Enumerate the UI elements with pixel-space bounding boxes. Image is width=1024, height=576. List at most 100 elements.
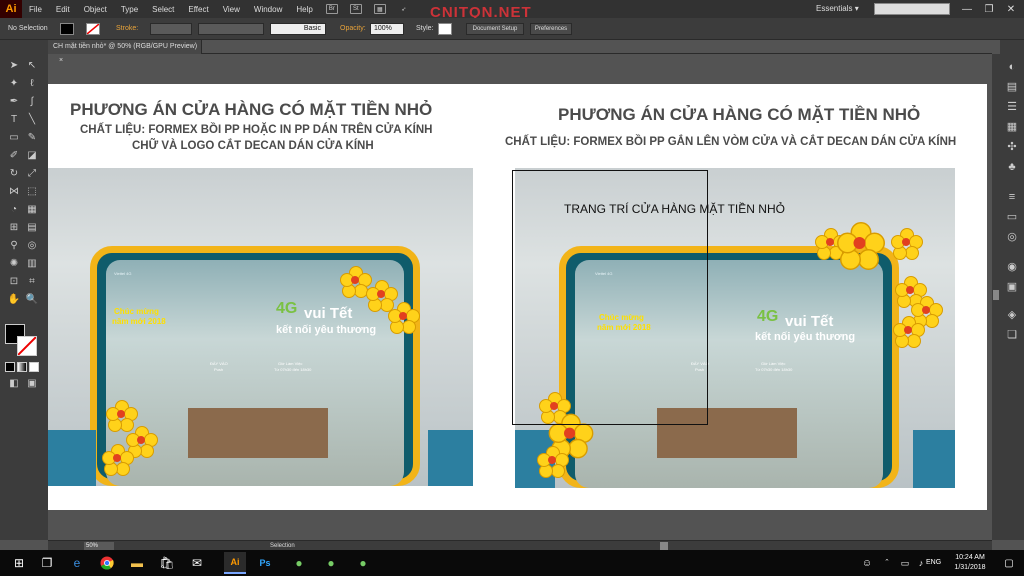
people-icon[interactable]: ☺ [856,552,878,574]
swatches-icon[interactable]: ▦ [1005,120,1019,134]
gpu-rocket-icon[interactable]: ➶ [398,4,410,14]
left-shop-photo[interactable]: Viettel 4G 4G vui Tết kết nối yêu thương… [48,168,473,486]
eraser-tool-icon[interactable]: ◪ [24,148,40,164]
horizontal-scroll-thumb[interactable] [660,542,668,550]
layers-icon[interactable]: ◈ [1005,308,1019,322]
menu-object[interactable]: Object [77,5,114,14]
photoshop-icon[interactable]: Ps [254,552,276,574]
stroke-swatch[interactable] [86,23,100,35]
taskview-icon[interactable]: ❐ [36,552,58,574]
shape-builder-tool-icon[interactable]: ◔ [6,202,22,218]
gradient-tool-icon[interactable]: ▤ [24,220,40,236]
menu-edit[interactable]: Edit [49,5,77,14]
curvature-tool-icon[interactable]: ∫ [24,94,40,110]
menu-help[interactable]: Help [289,5,319,14]
pencil-tool-icon[interactable]: ✐ [6,148,22,164]
language-indicator[interactable]: ENG [926,559,941,566]
eyedropper-tool-icon[interactable]: ⚲ [6,238,22,254]
bridge-icon[interactable]: Br [325,4,338,14]
type-tool-icon[interactable]: T [6,112,22,128]
color-panel-icon[interactable]: ◐ [1005,60,1019,74]
color-guide-icon[interactable]: ▤ [1005,80,1019,94]
gradient-panel-icon[interactable]: ▭ [1005,210,1019,224]
lasso-tool-icon[interactable]: ℓ [24,76,40,92]
close-tab-icon[interactable]: × [59,57,63,64]
symbol-sprayer-tool-icon[interactable]: ✺ [6,256,22,272]
document-tab[interactable]: CH mặt tiền nhỏ* @ 50% (RGB/GPU Preview)… [48,40,202,64]
artboard-tool-icon[interactable]: ⊡ [6,274,22,290]
none-mode-button[interactable] [29,362,39,372]
menu-view[interactable]: View [216,5,247,14]
zalo-icon[interactable]: ● [288,552,310,574]
stock-icon[interactable]: St [349,4,362,14]
transparency-icon[interactable]: ◎ [1005,230,1019,244]
line-tool-icon[interactable]: ╲ [24,112,40,128]
graphic-styles-icon[interactable]: ▣ [1005,280,1019,294]
artboards-icon[interactable]: ❏ [1005,328,1019,342]
edge-icon[interactable]: e [66,552,88,574]
perspective-grid-tool-icon[interactable]: ▦ [24,202,40,218]
rotate-tool-icon[interactable]: ↻ [6,166,22,182]
illustrator-icon[interactable]: Ai [224,552,246,574]
zoom-dropdown[interactable]: 50% [84,542,114,550]
vertical-scrollbar[interactable] [992,54,1000,540]
draw-mode-icon[interactable]: ◧ [6,376,22,392]
zalo2-icon[interactable]: ● [320,552,342,574]
symbols-icon[interactable]: ♣ [1005,160,1019,174]
libraries-icon[interactable]: ☰ [1005,100,1019,114]
fill-swatch[interactable] [60,23,74,35]
annotation-text[interactable]: TRANG TRÍ CỬA HÀNG MẶT TIỀN NHỎ [564,202,785,216]
start-icon[interactable]: ⊞ [8,552,30,574]
variable-width-dropdown[interactable] [198,23,264,35]
menu-window[interactable]: Window [247,5,289,14]
hand-tool-icon[interactable]: ✋ [6,292,22,308]
opacity-label[interactable]: Opacity: [340,25,366,32]
direct-selection-tool-icon[interactable]: ↖ [24,58,40,74]
graph-tool-icon[interactable]: ▥ [24,256,40,272]
chrome-icon[interactable] [96,552,118,574]
help-search-input[interactable] [874,3,950,15]
brush-dropdown[interactable]: Basic [270,23,326,35]
minimize-button[interactable]: — [956,0,978,18]
stroke-weight-dropdown[interactable] [150,23,192,35]
selection-tool-icon[interactable]: ➤ [6,58,22,74]
blend-tool-icon[interactable]: ◎ [24,238,40,254]
stroke-color-box[interactable] [17,336,37,356]
restore-button[interactable]: ❐ [978,0,1000,18]
menu-file[interactable]: File [22,5,49,14]
width-tool-icon[interactable]: ⋈ [6,184,22,200]
pen-tool-icon[interactable]: ✒ [6,94,22,110]
scale-tool-icon[interactable]: ⤢ [24,166,40,182]
menu-type[interactable]: Type [114,5,145,14]
mail-icon[interactable]: ✉ [186,552,208,574]
zalo3-icon[interactable]: ● [352,552,374,574]
vertical-scroll-thumb[interactable] [993,290,999,300]
preferences-button[interactable]: Preferences [530,23,572,35]
slice-tool-icon[interactable]: ⌗ [24,274,40,290]
notification-icon[interactable]: ▢ [998,552,1020,574]
stroke-label[interactable]: Stroke: [116,25,138,32]
document-setup-button[interactable]: Document Setup [466,23,524,35]
brushes-icon[interactable]: ✣ [1005,140,1019,154]
clock[interactable]: 10:24 AM 1/31/2018 [948,553,992,573]
free-transform-tool-icon[interactable]: ⬚ [24,184,40,200]
workspace-switcher[interactable]: Essentials ▾ [816,4,859,13]
explorer-icon[interactable]: ▬ [126,552,148,574]
opacity-input[interactable]: 100% [370,23,404,35]
paintbrush-tool-icon[interactable]: ✎ [24,130,40,146]
arrange-icon[interactable]: ▦ [373,4,386,14]
color-mode-button[interactable] [5,362,15,372]
magic-wand-tool-icon[interactable]: ✦ [6,76,22,92]
screen-mode-icon[interactable]: ▣ [24,376,40,392]
graphic-style-swatch[interactable] [438,23,452,35]
menu-effect[interactable]: Effect [181,5,215,14]
zoom-tool-icon[interactable]: 🔍 [24,292,40,308]
close-button[interactable]: ✕ [1000,0,1022,18]
appearance-icon[interactable]: ◉ [1005,260,1019,274]
menu-select[interactable]: Select [145,5,181,14]
gradient-mode-button[interactable] [17,362,27,372]
stroke-panel-icon[interactable]: ≡ [1005,190,1019,204]
rectangle-tool-icon[interactable]: ▭ [6,130,22,146]
mesh-tool-icon[interactable]: ⊞ [6,220,22,236]
store-icon[interactable]: 🛍 [156,552,178,574]
